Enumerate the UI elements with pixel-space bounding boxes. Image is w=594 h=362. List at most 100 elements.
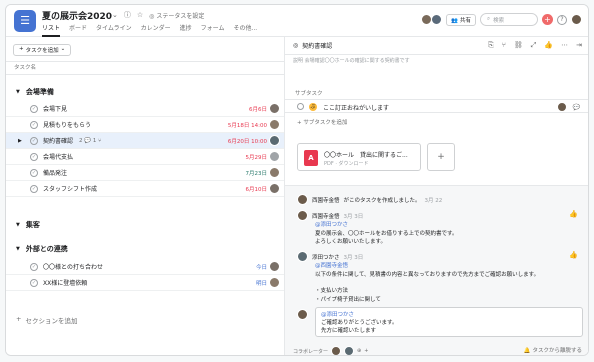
- due-date[interactable]: 6月6日: [249, 105, 267, 113]
- task-name[interactable]: スタッフシフト作成: [43, 184, 97, 193]
- assignee-avatar[interactable]: [269, 261, 280, 272]
- project-list-icon[interactable]: ☰: [14, 10, 36, 32]
- task-name[interactable]: 契約書確認: [43, 136, 73, 145]
- table-row[interactable]: ✓ 備品発注 7月23日: [6, 165, 284, 181]
- fullscreen-icon[interactable]: ⤢: [531, 41, 537, 50]
- check-circle-icon[interactable]: [297, 103, 304, 110]
- caret-down-icon[interactable]: ▼: [16, 246, 20, 252]
- add-attachment-button[interactable]: +: [427, 143, 455, 171]
- star-icon[interactable]: ☆: [137, 11, 143, 19]
- task-name[interactable]: 備品発注: [43, 168, 67, 177]
- table-row[interactable]: ✓ 会場下見 6月6日: [6, 101, 284, 117]
- project-title[interactable]: 夏の展示会2020: [42, 9, 112, 22]
- caret-down-icon[interactable]: ▼: [16, 222, 20, 228]
- collaborator-avatar[interactable]: [331, 346, 342, 355]
- check-circle-icon[interactable]: ✓: [30, 184, 38, 193]
- like-icon[interactable]: 👍: [544, 41, 553, 50]
- table-row[interactable]: ✓ 見積もりをもらう 5月18日 14:00: [6, 117, 284, 133]
- assignee-avatar[interactable]: [269, 103, 280, 114]
- table-row[interactable]: ✓ 会場代支払 5月29日: [6, 149, 284, 165]
- table-row[interactable]: ✓ XX様に登壇依頼 明日: [6, 275, 284, 291]
- assignee-avatar[interactable]: [269, 277, 280, 288]
- add-subtask-button[interactable]: + サブタスクを追加: [297, 118, 347, 126]
- attachment-download[interactable]: PDF · ダウンロード: [324, 160, 369, 167]
- tab-board[interactable]: ボード: [69, 23, 87, 37]
- comment-icon[interactable]: 💬: [573, 104, 580, 111]
- info-icon[interactable]: ⓘ: [124, 10, 131, 20]
- search-input[interactable]: ⌕ 検索: [480, 13, 538, 26]
- due-date[interactable]: 6月20日 10:00: [228, 137, 267, 145]
- check-circle-icon[interactable]: ✓: [30, 168, 38, 177]
- table-row[interactable]: ✓ 〇〇様との打ち合わせ 今日: [6, 259, 284, 275]
- like-icon[interactable]: 👍: [569, 210, 578, 218]
- subtask-icon[interactable]: ⑂: [502, 41, 506, 50]
- member-avatar[interactable]: [431, 14, 443, 25]
- caret-right-icon[interactable]: ▶: [18, 138, 22, 144]
- attachment-card[interactable]: A 〇〇ホール 貸出に関するご... PDF · ダウンロード: [297, 143, 421, 171]
- task-name[interactable]: XX様に登壇依頼: [43, 278, 87, 287]
- due-date[interactable]: 5月18日 14:00: [228, 121, 267, 129]
- description-field[interactable]: 説明 会場確認〇〇ホールの確認に関する契約書です: [293, 57, 410, 64]
- check-circle-icon[interactable]: ✓: [30, 262, 38, 271]
- more-icon[interactable]: ⋯: [561, 41, 568, 50]
- section-header[interactable]: ▼ 集客: [16, 220, 40, 230]
- subtask-name[interactable]: ここ訂正おねがいします: [323, 103, 389, 112]
- like-icon[interactable]: 👍: [569, 251, 578, 259]
- check-circle-icon[interactable]: ✓: [30, 104, 38, 113]
- mention-link[interactable]: @西園寺金悟: [315, 262, 582, 271]
- quick-add-button[interactable]: +: [542, 14, 553, 25]
- due-date[interactable]: 5月29日: [246, 153, 268, 161]
- check-circle-icon[interactable]: ✓: [30, 136, 38, 145]
- check-circle-icon[interactable]: ✓: [30, 278, 38, 287]
- due-date[interactable]: 7月23日: [246, 169, 268, 177]
- tab-more[interactable]: その他...: [233, 23, 257, 37]
- assignee-avatar[interactable]: [269, 183, 280, 194]
- table-row[interactable]: ✓ スタッフシフト作成 6月10日: [6, 181, 284, 197]
- plus-icon[interactable]: +: [364, 348, 368, 354]
- chevron-down-icon[interactable]: ⌄: [112, 11, 118, 19]
- attach-icon[interactable]: ⎘: [488, 41, 494, 50]
- due-date[interactable]: 今日: [256, 263, 267, 271]
- section-header[interactable]: ▼ 会場準備: [16, 87, 54, 97]
- task-name[interactable]: 会場代支払: [43, 152, 73, 161]
- tab-progress[interactable]: 進捗: [180, 23, 192, 37]
- assignee-avatar[interactable]: [269, 151, 280, 162]
- close-pane-icon[interactable]: ⇥: [576, 41, 582, 50]
- comment-input[interactable]: @添田つかさ ご確認ありがとうございます。 先方に確認いたします: [315, 307, 583, 337]
- set-status-button[interactable]: ◎ ステータスを設定: [149, 11, 204, 20]
- tab-forms[interactable]: フォーム: [201, 23, 225, 37]
- column-header-task-name[interactable]: タスク名: [6, 61, 284, 75]
- assignee-avatar[interactable]: [269, 135, 280, 146]
- leave-task-button[interactable]: 🔔 タスクから離脱する: [524, 346, 582, 354]
- add-person-icon[interactable]: ⊕: [357, 348, 361, 354]
- assignee-avatar[interactable]: [269, 167, 280, 178]
- task-name[interactable]: 見積もりをもらう: [43, 120, 91, 129]
- attachment-name[interactable]: 〇〇ホール 貸出に関するご...: [324, 150, 408, 159]
- assignee-badge[interactable]: ぶ: [309, 103, 317, 111]
- comment-author[interactable]: 西園寺金悟: [312, 212, 340, 220]
- table-row-selected[interactable]: ▶ ✓ 契約書確認 2 💬 1 ⑂ 6月20日 10:00: [6, 133, 284, 149]
- task-name[interactable]: 〇〇様との打ち合わせ: [43, 262, 103, 271]
- add-task-button[interactable]: + タスクを追加 ⌄: [13, 44, 72, 56]
- collaborator-avatar[interactable]: [344, 346, 355, 355]
- due-date[interactable]: 明日: [256, 279, 267, 287]
- comment-author[interactable]: 添田つかさ: [312, 253, 340, 261]
- tab-calendar[interactable]: カレンダー: [141, 23, 171, 37]
- share-button[interactable]: 👥 共有: [446, 13, 476, 26]
- link-icon[interactable]: ⛓: [514, 41, 523, 50]
- user-avatar[interactable]: [571, 14, 582, 25]
- tab-list[interactable]: リスト: [42, 23, 61, 37]
- subtask-row[interactable]: ぶ ここ訂正おねがいします 💬: [285, 99, 588, 113]
- tab-timeline[interactable]: タイムライン: [96, 23, 132, 37]
- add-section-button[interactable]: + セクションを追加: [16, 315, 77, 325]
- mark-complete-button[interactable]: ◎ 契約書確認: [293, 41, 332, 50]
- assignee-avatar[interactable]: [556, 102, 567, 112]
- help-button[interactable]: ?: [557, 14, 567, 25]
- task-name[interactable]: 会場下見: [43, 104, 67, 113]
- assignee-avatar[interactable]: [269, 119, 280, 130]
- check-circle-icon[interactable]: ✓: [30, 120, 38, 129]
- caret-down-icon[interactable]: ▼: [16, 89, 20, 95]
- check-circle-icon[interactable]: ✓: [30, 152, 38, 161]
- section-header[interactable]: ▼ 外部との連携: [16, 244, 68, 254]
- due-date[interactable]: 6月10日: [246, 185, 268, 193]
